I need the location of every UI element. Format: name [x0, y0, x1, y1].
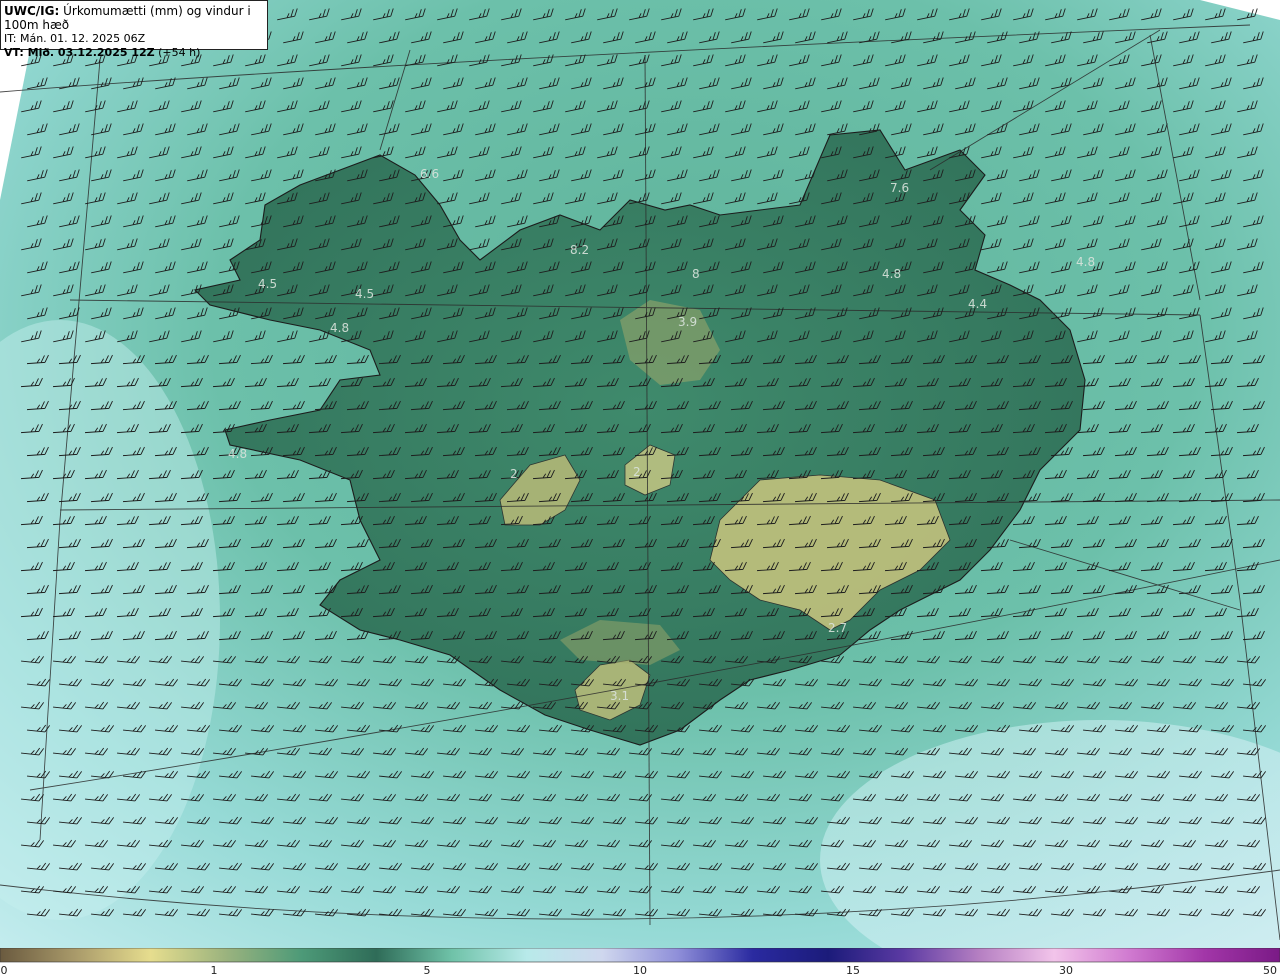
colorbar-tick-label: 5	[423, 964, 431, 977]
map-label: 6.6	[420, 167, 439, 181]
map-label: 4.4	[968, 297, 987, 311]
colorbar-tick-label: 50	[1263, 964, 1277, 977]
map-label: 3.9	[678, 315, 697, 329]
map-label: 2.7	[828, 621, 847, 635]
forecast-lead: (+54 h)	[154, 46, 201, 59]
map-canvas: 4.5 4.5 4.8 8.2 8 3.9 4.8 7.6 4.4 4.8 2 …	[0, 0, 1280, 948]
colorbar-tick-label: 1	[210, 964, 218, 977]
colorbar: 0 1 5 10 15 30 50	[0, 948, 1280, 978]
map-label: 8.2	[570, 243, 589, 257]
map-label: 4.8	[882, 267, 901, 281]
map-info-box: UWC/IG: Úrkomumætti (mm) og vindur i 100…	[0, 0, 268, 59]
colorbar-tick-label: 10	[633, 964, 647, 977]
map-label: 2	[633, 465, 641, 479]
map-label: 7.6	[890, 181, 909, 195]
colorbar-tick-label: 0	[0, 964, 8, 977]
map-label: 4.5	[355, 287, 374, 301]
colorbar-tick-label: 15	[846, 964, 860, 977]
map-label: 4.8	[330, 321, 349, 335]
map-label: 4.8	[228, 447, 247, 461]
map-label: 4.5	[258, 277, 277, 291]
valid-time: VT: Mið. 03.12.2025 12Z	[4, 46, 155, 59]
colorbar-gradient	[0, 948, 1280, 963]
weather-map: 4.5 4.5 4.8 8.2 8 3.9 4.8 7.6 4.4 4.8 2 …	[0, 0, 1280, 978]
map-label: 3.1	[610, 689, 629, 703]
map-label: 4.8	[1076, 255, 1095, 269]
map-label: 2	[510, 467, 518, 481]
colorbar-tick-label: 30	[1059, 964, 1073, 977]
model-name: UWC/IG:	[4, 4, 60, 18]
map-label: 8	[692, 267, 700, 281]
init-time: IT: Mán. 01. 12. 2025 06Z	[4, 32, 146, 45]
